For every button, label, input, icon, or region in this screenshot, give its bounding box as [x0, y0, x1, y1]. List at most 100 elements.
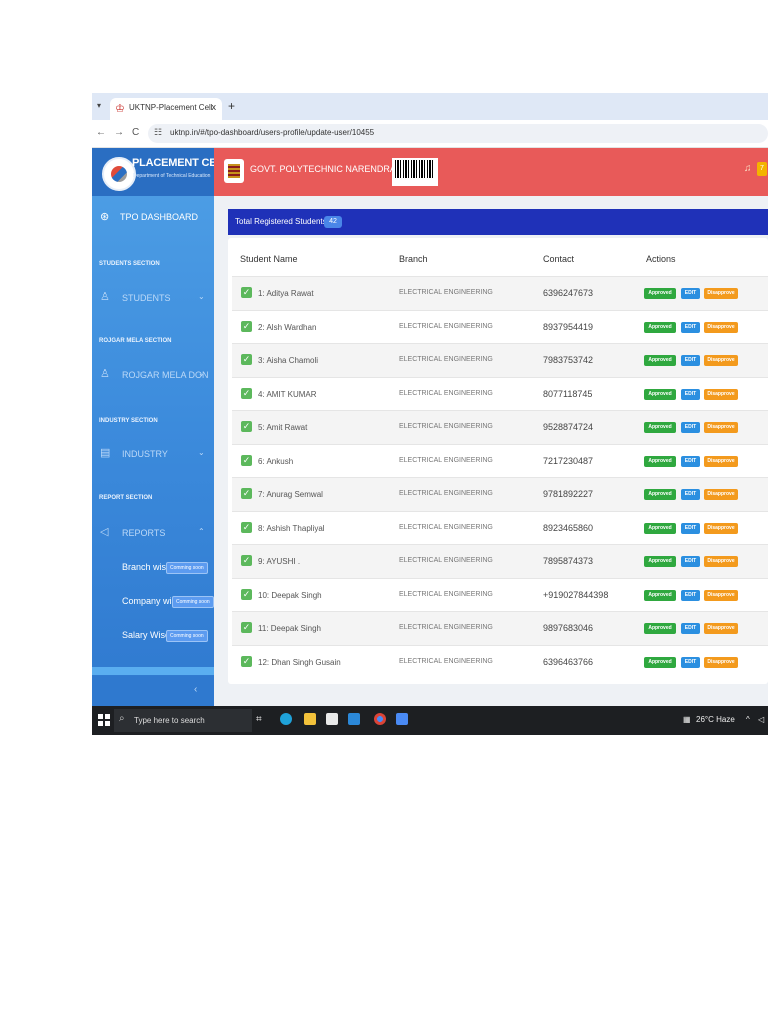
check-icon[interactable]: ✓	[241, 354, 252, 365]
approved-button[interactable]: Approved	[644, 522, 676, 534]
sidebar-item-industry[interactable]: ▤ INDUSTRY ⌄	[92, 439, 214, 469]
branch-cell: ELECTRICAL ENGINEERING	[399, 289, 493, 296]
disapprove-button[interactable]: Disapprove	[704, 321, 738, 333]
new-tab-button[interactable]: +	[228, 99, 235, 113]
chevron-down-icon: ⌄	[198, 292, 205, 301]
edit-button[interactable]: EDIT	[681, 388, 700, 400]
student-name-cell: 2: Alsh Wardhan	[258, 322, 317, 332]
table-row: ✓ 11: Deepak Singh ELECTRICAL ENGINEERING 9…	[232, 611, 768, 645]
contact-cell: 7895874373	[543, 556, 594, 566]
disapprove-button[interactable]: Disapprove	[704, 589, 738, 601]
check-icon[interactable]: ✓	[241, 488, 252, 499]
disapprove-button[interactable]: Disapprove	[704, 556, 738, 567]
check-icon[interactable]: ✓	[241, 287, 252, 298]
edit-button[interactable]: EDIT	[681, 623, 700, 634]
edge-icon[interactable]	[280, 713, 292, 725]
approved-button[interactable]: Approved	[644, 355, 676, 366]
app-icon[interactable]	[396, 713, 408, 725]
store-icon[interactable]	[326, 713, 338, 725]
check-icon[interactable]: ✓	[241, 555, 252, 566]
branch-cell: ELECTRICAL ENGINEERING	[399, 456, 493, 464]
address-bar: ← → C ☷ uktnp.in/#/tpo-dashboard/users-p…	[92, 120, 768, 148]
edit-button[interactable]: EDIT	[681, 422, 700, 433]
tab-menu-icon[interactable]: ▾	[97, 101, 101, 110]
check-icon[interactable]: ✓	[241, 588, 252, 600]
disapprove-button[interactable]: Disapprove	[704, 288, 738, 299]
sidebar-item-rojgar-mela[interactable]: ♙ ROJGAR MELA DON ⌄	[92, 360, 214, 390]
approved-button[interactable]: Approved	[644, 422, 676, 433]
approved-button[interactable]: Approved	[644, 321, 676, 333]
back-arrow-icon[interactable]: ←	[96, 127, 106, 138]
reports-icon: ◁	[100, 526, 109, 538]
table-row: ✓ 12: Dhan Singh Gusain ELECTRICAL ENGINEE…	[232, 644, 768, 679]
disapprove-button[interactable]: Disapprove	[704, 355, 738, 366]
taskbar-search[interactable]: ⌕ Type here to search	[114, 709, 252, 732]
table-row: ✓ 1: Aditya Rawat ELECTRICAL ENGINEERING 63…	[232, 276, 768, 310]
browser-tab[interactable]: ♔ UKTNP-Placement Cell x	[110, 98, 222, 120]
sidebar-subitem-label: Branch wise	[122, 562, 172, 572]
coming-soon-badge: Comming soon	[166, 562, 208, 574]
check-icon[interactable]: ✓	[241, 622, 252, 633]
bell-icon[interactable]: ♫	[744, 163, 752, 174]
tab-close-button[interactable]: x	[212, 102, 217, 112]
edit-button[interactable]: EDIT	[681, 321, 700, 333]
task-view-icon[interactable]: ⌗	[256, 714, 262, 725]
forward-arrow-icon[interactable]: →	[114, 127, 124, 138]
disapprove-button[interactable]: Disapprove	[704, 489, 738, 500]
placement-cell-logo	[102, 157, 136, 191]
edit-button[interactable]: EDIT	[681, 455, 700, 467]
url-field[interactable]: ☷ uktnp.in/#/tpo-dashboard/users-profile…	[148, 124, 768, 143]
edit-button[interactable]: EDIT	[681, 355, 700, 366]
windows-icon[interactable]	[98, 714, 110, 726]
sidebar-item-label: INDUSTRY	[122, 449, 168, 459]
tray-chevron-icon[interactable]: ^	[746, 715, 750, 724]
check-icon[interactable]: ✓	[241, 320, 252, 332]
edit-button[interactable]: EDIT	[681, 489, 700, 500]
url-text: uktnp.in/#/tpo-dashboard/users-profile/u…	[170, 128, 375, 137]
approved-button[interactable]: Approved	[644, 455, 676, 467]
check-icon[interactable]: ✓	[241, 655, 252, 667]
approved-button[interactable]: Approved	[644, 288, 676, 299]
table-row: ✓ 7: Anurag Semwal ELECTRICAL ENGINEERING 9…	[232, 477, 768, 511]
mail-icon[interactable]	[348, 713, 360, 725]
disapprove-button[interactable]: Disapprove	[704, 422, 738, 433]
check-icon[interactable]: ✓	[241, 421, 252, 432]
sidebar-item-students[interactable]: ♙ STUDENTS ⌄	[92, 283, 214, 313]
approved-button[interactable]: Approved	[644, 556, 676, 567]
sidebar-collapse-button[interactable]: ‹	[92, 676, 214, 706]
edit-button[interactable]: EDIT	[681, 288, 700, 299]
disapprove-button[interactable]: Disapprove	[704, 388, 738, 400]
branch-cell: ELECTRICAL ENGINEERING	[399, 657, 493, 665]
table-row: ✓ 8: Ashish Thapliyal ELECTRICAL ENGINEERI…	[232, 510, 768, 545]
check-icon[interactable]: ✓	[241, 454, 252, 466]
explorer-icon[interactable]	[304, 713, 316, 725]
site-info-icon[interactable]: ☷	[154, 127, 162, 138]
edit-button[interactable]: EDIT	[681, 522, 700, 534]
volume-icon[interactable]: ◁	[758, 715, 764, 724]
sidebar-item-tpo-dashboard[interactable]: ⊛ TPO DASHBOARD	[92, 200, 214, 236]
check-icon[interactable]: ✓	[241, 521, 252, 533]
reload-icon[interactable]: C	[132, 127, 139, 138]
student-count-badge: 42	[324, 216, 342, 228]
brand-header[interactable]: PLACEMENT CELL Department of Technical E…	[92, 148, 230, 196]
branch-cell: ELECTRICAL ENGINEERING	[399, 557, 493, 564]
disapprove-button[interactable]: Disapprove	[704, 623, 738, 634]
student-name-cell: 11: Deepak Singh	[258, 624, 322, 633]
edit-button[interactable]: EDIT	[681, 656, 700, 668]
check-icon[interactable]: ✓	[241, 387, 252, 399]
approved-button[interactable]: Approved	[644, 623, 676, 634]
placement-cell-favicon: ♔	[115, 103, 125, 115]
disapprove-button[interactable]: Disapprove	[704, 656, 738, 668]
approved-button[interactable]: Approved	[644, 656, 676, 668]
disapprove-button[interactable]: Disapprove	[704, 455, 738, 467]
student-name-cell: 9: AYUSHI .	[258, 557, 301, 566]
disapprove-button[interactable]: Disapprove	[704, 522, 738, 534]
sidebar-item-reports[interactable]: ◁ REPORTS ⌃	[92, 518, 214, 548]
edit-button[interactable]: EDIT	[681, 589, 700, 601]
approved-button[interactable]: Approved	[644, 388, 676, 400]
approved-button[interactable]: Approved	[644, 589, 676, 601]
edit-button[interactable]: EDIT	[681, 556, 700, 567]
approved-button[interactable]: Approved	[644, 489, 676, 500]
chrome-icon[interactable]	[374, 713, 386, 725]
table-row: ✓ 6: Ankush ELECTRICAL ENGINEERING 72172304…	[232, 443, 768, 478]
